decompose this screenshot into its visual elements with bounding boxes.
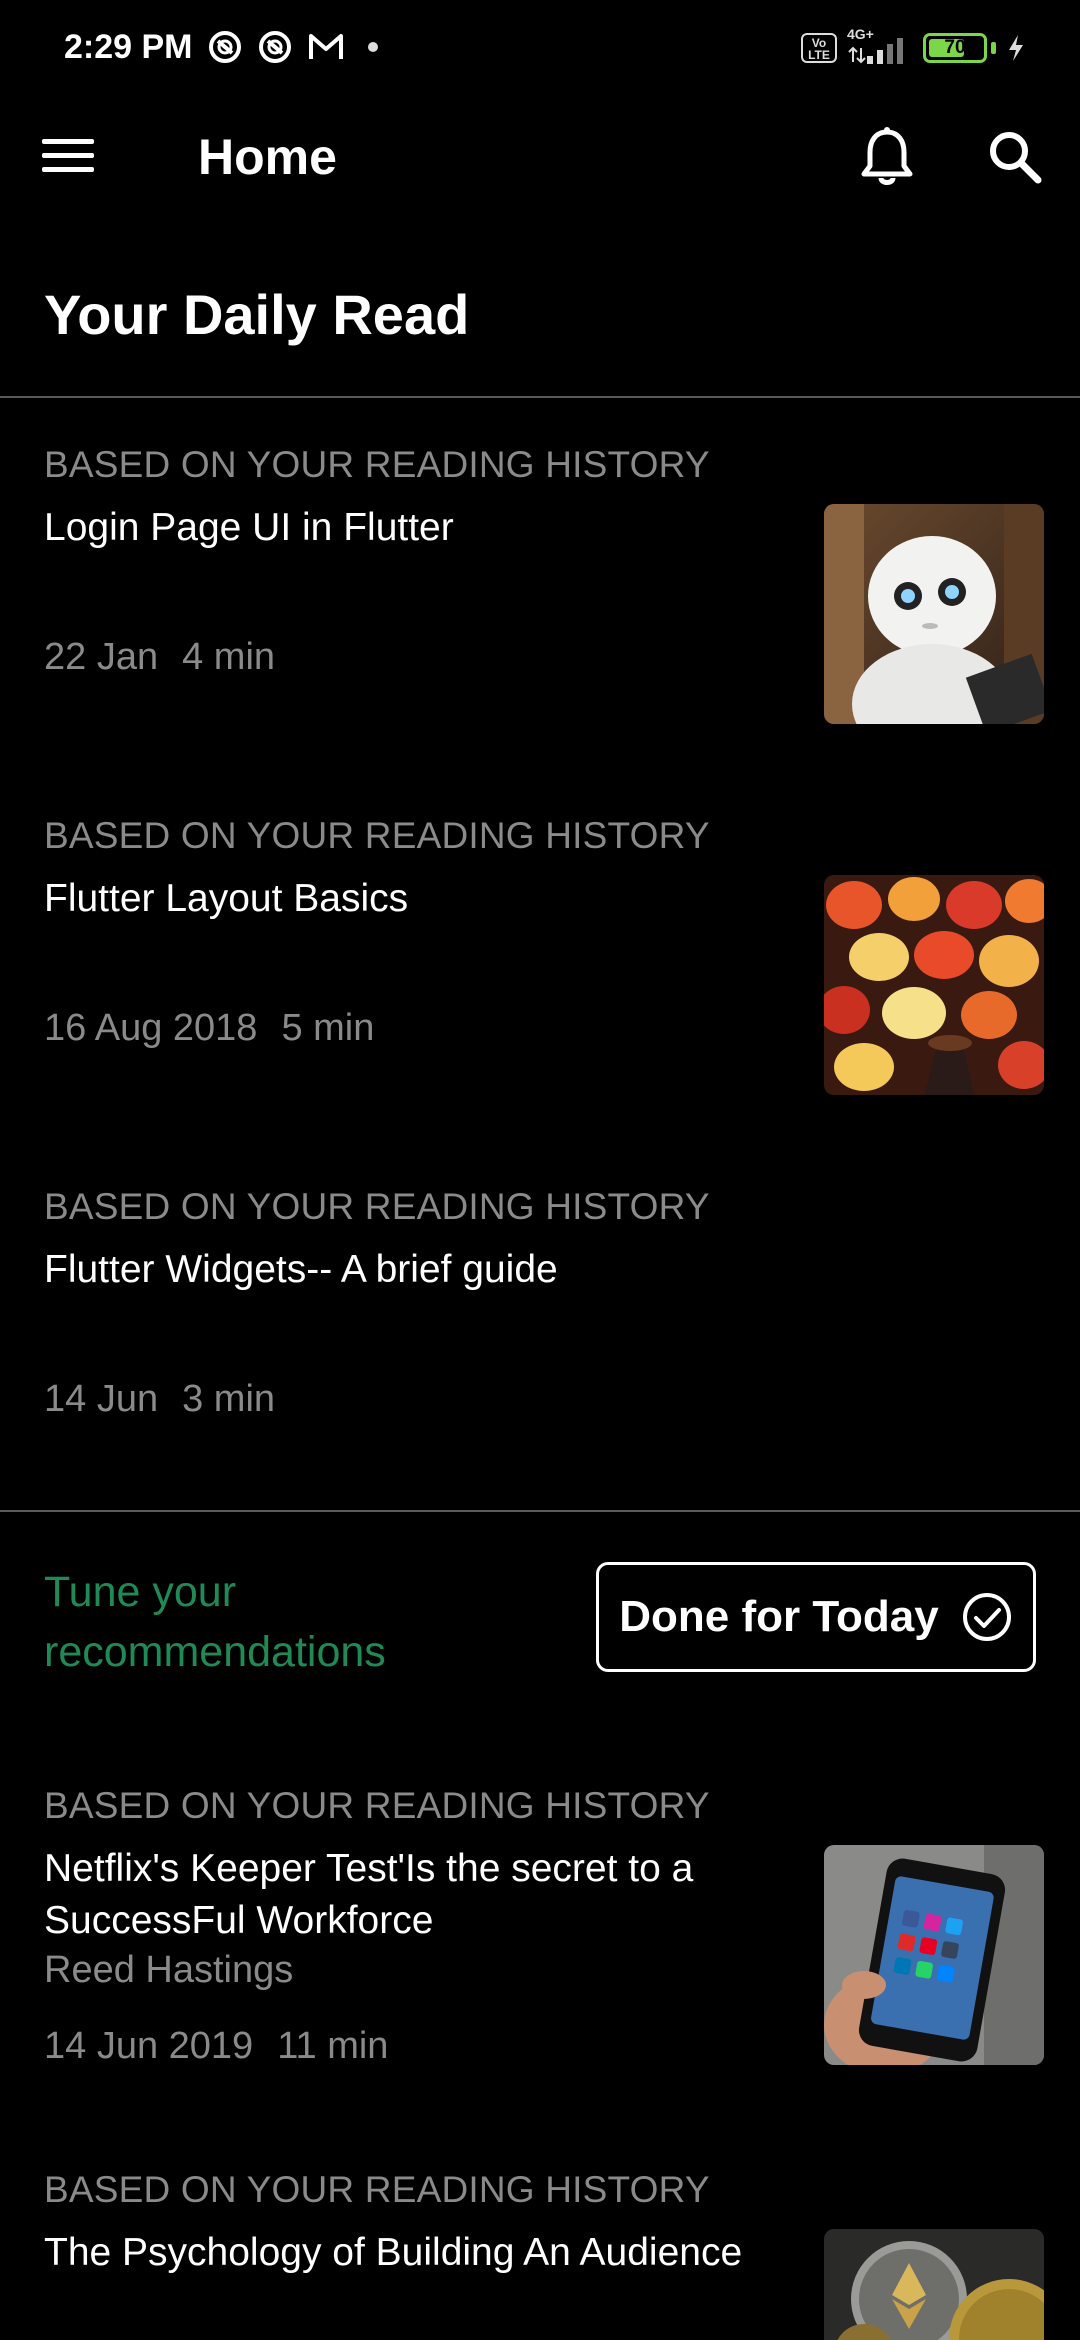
article-reason-label: BASED ON YOUR READING HISTORY — [44, 2169, 710, 2210]
menu-icon — [42, 139, 94, 144]
more-notifications-dot — [368, 42, 378, 52]
article-title[interactable]: Flutter Widgets-- A brief guide — [44, 1244, 774, 1296]
notifications-button[interactable] — [852, 122, 922, 192]
article-meta: 14 Jun 3 min — [44, 1378, 275, 1421]
article-read-time: 4 min — [182, 636, 276, 678]
status-time: 2:29 PM — [64, 28, 193, 66]
article-date: 16 Aug 2018 — [44, 1007, 258, 1049]
article-thumbnail-phone[interactable] — [824, 1845, 1044, 2065]
article-card[interactable]: BASED ON YOUR READING HISTORY Flutter Wi… — [44, 1186, 1044, 1426]
battery-icon: 70 — [923, 33, 987, 63]
article-read-time: 5 min — [281, 1007, 375, 1049]
done-for-today-button[interactable]: Done for Today — [596, 1562, 1036, 1672]
article-reason-label: BASED ON YOUR READING HISTORY — [44, 1785, 710, 1826]
notification-icons — [208, 30, 378, 64]
section-title: Your Daily Read — [44, 283, 470, 346]
article-card[interactable]: BASED ON YOUR READING HISTORY Login Page… — [44, 444, 1044, 744]
article-date: 14 Jun 2019 — [44, 2025, 254, 2067]
check-circle-icon — [962, 1593, 1011, 1641]
article-reason-label: BASED ON YOUR READING HISTORY — [44, 1186, 710, 1227]
signal-icon: 4G+ — [847, 26, 913, 66]
search-button[interactable] — [980, 122, 1050, 192]
menu-button[interactable] — [42, 130, 112, 190]
gmail-icon — [309, 34, 343, 59]
article-title[interactable]: Flutter Layout Basics — [44, 873, 774, 925]
app-bar: Home — [0, 100, 1080, 220]
article-reason-label: BASED ON YOUR READING HISTORY — [44, 815, 710, 856]
article-thumbnail-robot[interactable] — [824, 504, 1044, 724]
app-notification-icon — [259, 31, 291, 63]
article-read-time: 3 min — [182, 1378, 276, 1420]
article-meta: 22 Jan 4 min — [44, 636, 275, 679]
volte-icon: Vo LTE — [801, 33, 837, 63]
tune-recommendations-link[interactable]: Tune your recommendations — [44, 1562, 386, 1682]
article-title[interactable]: Netflix's Keeper Test'Is the secret to a… — [44, 1843, 774, 1947]
article-card[interactable]: BASED ON YOUR READING HISTORY Netflix's … — [44, 1785, 1044, 2085]
status-right: Vo LTE 4G+ 70 — [801, 26, 1026, 66]
divider — [0, 396, 1080, 398]
article-reason-label: BASED ON YOUR READING HISTORY — [44, 444, 710, 485]
article-card[interactable]: BASED ON YOUR READING HISTORY The Psycho… — [44, 2169, 1044, 2340]
article-card[interactable]: BASED ON YOUR READING HISTORY Flutter La… — [44, 815, 1044, 1115]
status-bar: 2:29 PM Vo LTE 4G+ 70 — [0, 0, 1080, 100]
article-title[interactable]: Login Page UI in Flutter — [44, 502, 774, 554]
article-date: 14 Jun — [44, 1378, 159, 1420]
charging-icon — [1009, 35, 1023, 61]
article-thumbnail-lanterns[interactable] — [824, 875, 1044, 1095]
divider — [0, 1510, 1080, 1512]
article-title[interactable]: The Psychology of Building An Audience — [44, 2227, 784, 2279]
bell-icon — [861, 127, 913, 185]
article-date: 22 Jan — [44, 636, 159, 678]
page-title: Home — [198, 129, 337, 185]
article-thumbnail-coins[interactable] — [824, 2229, 1044, 2340]
app-notification-icon — [209, 31, 241, 63]
article-meta: 16 Aug 2018 5 min — [44, 1007, 374, 1050]
article-read-time: 11 min — [277, 2025, 389, 2067]
battery-level: 70 — [944, 37, 966, 58]
done-for-today-label: Done for Today — [619, 1592, 939, 1641]
search-icon — [990, 132, 1042, 184]
article-meta: 14 Jun 2019 11 min — [44, 2025, 388, 2068]
